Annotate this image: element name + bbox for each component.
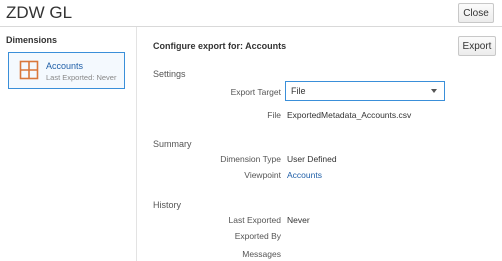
export-target-value: File — [291, 86, 306, 96]
sidebar-title: Dimensions — [6, 35, 58, 45]
viewpoint-label: Viewpoint — [244, 170, 281, 180]
grid-icon — [19, 60, 39, 80]
dimension-card-accounts[interactable]: Accounts Last Exported: Never — [8, 52, 125, 89]
dimension-name: Accounts — [46, 61, 84, 71]
dimension-last-exported: Last Exported: Never — [46, 73, 117, 82]
viewpoint-link[interactable]: Accounts — [287, 170, 322, 180]
last-exported-label: Last Exported — [228, 215, 281, 225]
dimension-type-label: Dimension Type — [220, 154, 281, 164]
export-target-label: Export Target — [230, 87, 281, 97]
last-exported-value: Never — [287, 215, 310, 225]
dimension-type-value: User Defined — [287, 154, 337, 164]
exported-by-label: Exported By — [234, 231, 281, 241]
dimensions-sidebar: Dimensions Accounts Last Exported: Never — [0, 27, 137, 261]
history-section-title: History — [153, 200, 182, 210]
export-button[interactable]: Export — [458, 36, 496, 56]
messages-label: Messages — [242, 249, 281, 259]
close-button[interactable]: Close — [458, 3, 494, 23]
settings-section-title: Settings — [153, 69, 186, 79]
summary-section-title: Summary — [153, 139, 192, 149]
export-target-select[interactable]: File — [285, 81, 445, 101]
top-bar: ZDW GL Close — [0, 0, 502, 27]
file-label: File — [267, 110, 281, 120]
file-value: ExportedMetadata_Accounts.csv — [287, 110, 412, 120]
app-title: ZDW GL — [6, 3, 73, 22]
page-title: Configure export for: Accounts — [153, 41, 287, 51]
chevron-down-icon — [431, 89, 437, 93]
